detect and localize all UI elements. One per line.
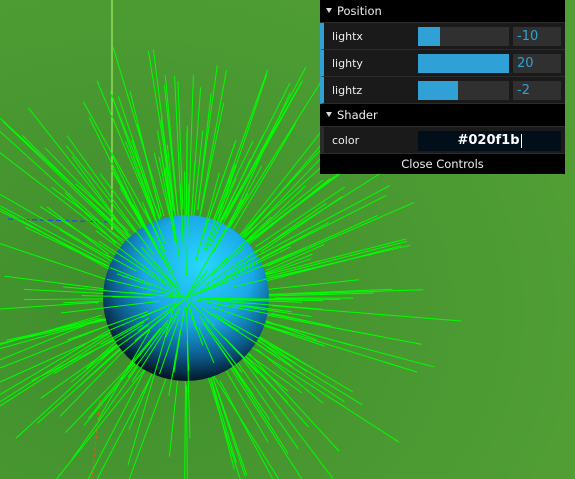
color-value-text: #020f1b bbox=[457, 133, 520, 148]
lightx-slider-fill bbox=[418, 27, 440, 46]
folder-shader-label: Shader bbox=[337, 108, 378, 122]
lightz-slider[interactable] bbox=[418, 81, 509, 100]
folder-position-title[interactable]: Position bbox=[320, 0, 565, 23]
controller-lightx: lightx -10 bbox=[320, 23, 565, 50]
controller-color: color #020f1b bbox=[320, 127, 565, 154]
text-cursor bbox=[520, 133, 522, 148]
color-input[interactable]: #020f1b bbox=[418, 131, 561, 151]
close-controls-button[interactable]: Close Controls bbox=[320, 154, 565, 174]
sphere bbox=[103, 215, 269, 381]
lightx-slider[interactable] bbox=[418, 27, 509, 46]
lightz-slider-fill bbox=[418, 81, 459, 100]
lighty-label: lighty bbox=[332, 57, 363, 70]
controller-lighty: lighty 20 bbox=[320, 50, 565, 77]
caret-down-icon bbox=[326, 8, 332, 13]
color-label: color bbox=[332, 134, 360, 147]
folder-position-label: Position bbox=[337, 4, 382, 18]
lighty-slider[interactable] bbox=[418, 54, 509, 73]
lighty-slider-fill bbox=[418, 54, 509, 73]
caret-down-icon bbox=[326, 112, 332, 117]
normal-line bbox=[112, 296, 154, 298]
lightz-input[interactable]: -2 bbox=[513, 81, 561, 100]
lighty-input[interactable]: 20 bbox=[513, 54, 561, 73]
lightx-label: lightx bbox=[332, 30, 363, 43]
folder-shader-title[interactable]: Shader bbox=[320, 104, 565, 127]
controller-lightz: lightz -2 bbox=[320, 77, 565, 104]
lightz-label: lightz bbox=[332, 84, 363, 97]
lightx-input[interactable]: -10 bbox=[513, 27, 561, 46]
dat-gui-panel: Position lightx -10 lighty 20 lightz -2 … bbox=[320, 0, 565, 174]
